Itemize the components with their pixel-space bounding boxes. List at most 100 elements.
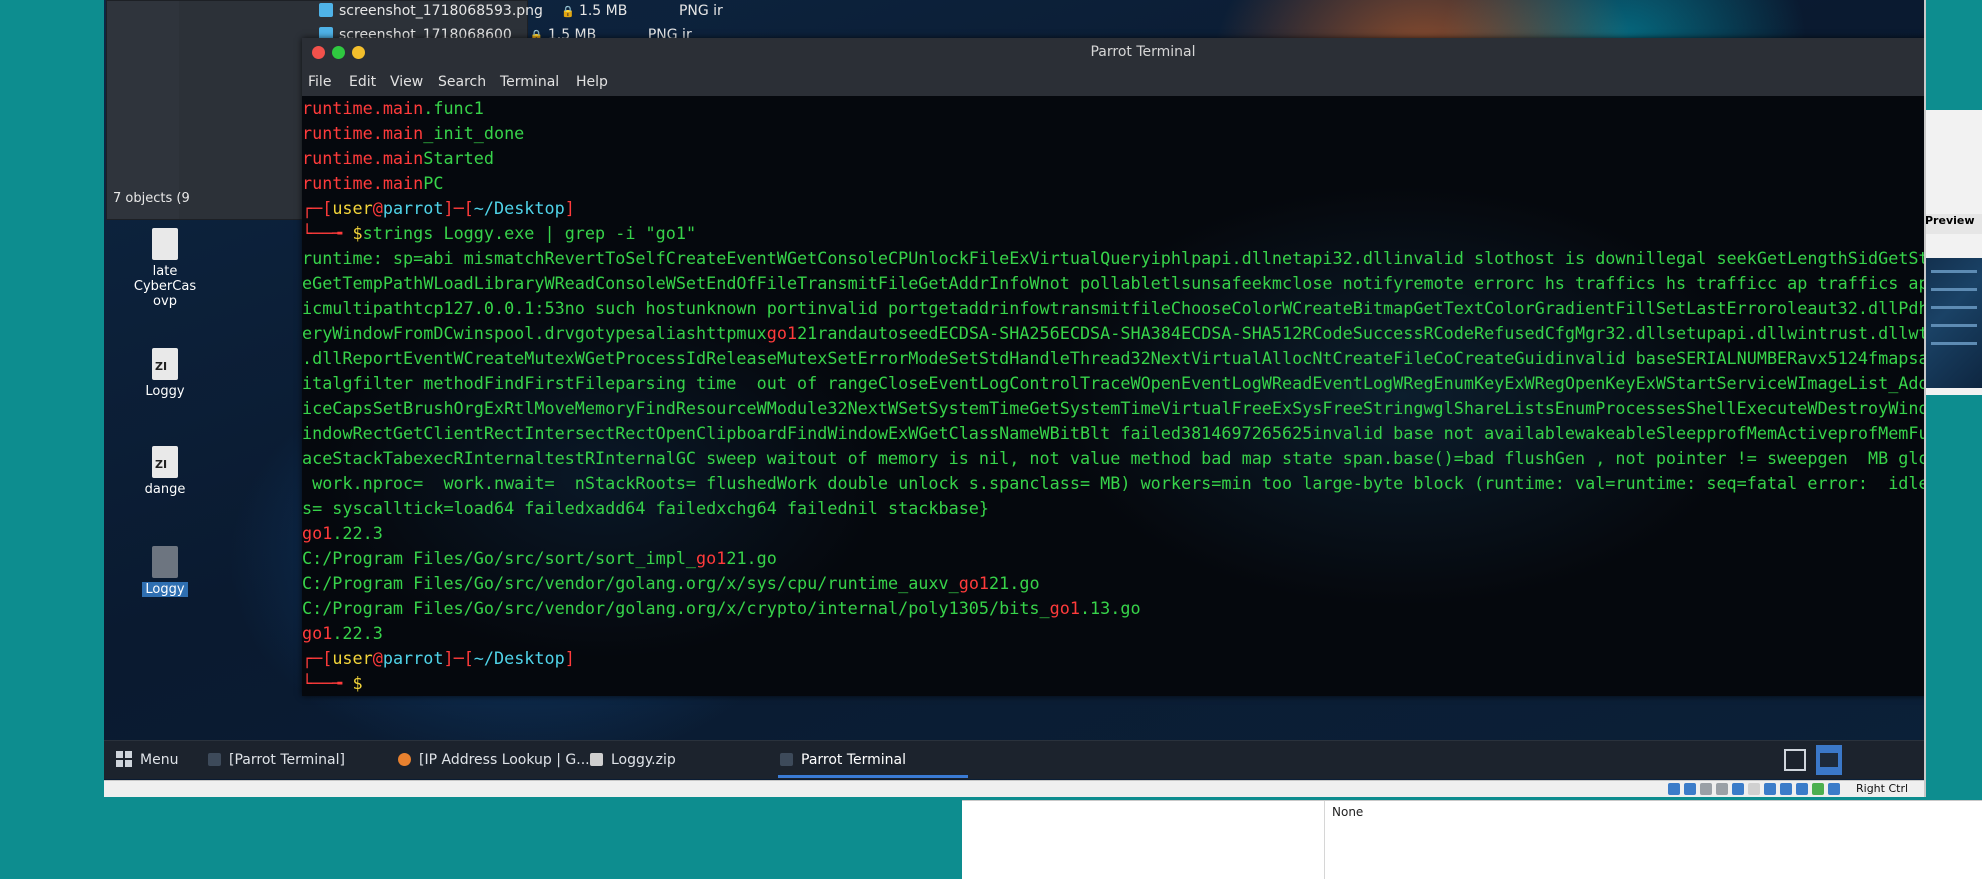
text-span: runtime.main bbox=[302, 98, 424, 118]
preview-header: Preview bbox=[1923, 214, 1982, 234]
output-line: runtime.mainStarted bbox=[302, 146, 494, 171]
output-line: italgfilter methodFindFirstFileparsing t… bbox=[302, 371, 1926, 396]
output-line: eGetTempPathWLoadLibraryWReadConsoleWSet… bbox=[302, 271, 1924, 296]
text-span: 21.go bbox=[726, 548, 777, 568]
match-highlight: go1 bbox=[1049, 598, 1080, 618]
prompt-dollar: $ bbox=[352, 673, 363, 693]
prompt-bracket: ┌─[ bbox=[302, 198, 333, 218]
desktop-icon-loggy-zip[interactable]: Loggy bbox=[130, 348, 200, 399]
menu-edit[interactable]: Edit bbox=[349, 74, 376, 90]
match-highlight: go1 bbox=[696, 548, 727, 568]
menu-help[interactable]: Help bbox=[576, 74, 608, 90]
prompt-bracket: ┌─[ bbox=[302, 648, 333, 668]
prompt-line-1: ┌─[user@parrot]─[~/Desktop] bbox=[302, 646, 575, 671]
prompt-at: @ bbox=[372, 198, 383, 218]
menu-label: Menu bbox=[140, 752, 179, 768]
file-manager-status: 7 objects (9 bbox=[113, 191, 190, 206]
result-line: go1.22.3 bbox=[302, 621, 383, 646]
prompt-line-1: ┌─[user@parrot]─[~/Desktop] bbox=[302, 196, 575, 221]
vm-window: screenshot_1718068593.png 🔒 1.5 MB PNG ir s… bbox=[104, 0, 1926, 797]
text-span: .func1 bbox=[423, 98, 484, 118]
command-text: strings Loggy.exe | grep -i "go1" bbox=[362, 223, 697, 243]
virtualbox-status-bar: Right Ctrl bbox=[104, 780, 1924, 797]
desktop-icon-label: dange bbox=[144, 482, 186, 497]
audio-icon[interactable] bbox=[1700, 783, 1712, 795]
text-span: italgfilter methodFindFirstFileparsing t… bbox=[302, 373, 1926, 393]
output-line: icmultipathtcp127.0.0.1:53no such hostun… bbox=[302, 296, 1924, 321]
terminal-output[interactable]: runtime.main.func1 runtime.main_init_done… bbox=[302, 96, 1926, 696]
prompt-line-2: └──╼ $strings Loggy.exe | grep -i "go1" bbox=[302, 221, 696, 246]
text-span: runtime.main bbox=[302, 123, 424, 143]
desktop-icon-label: late CyberCas ovp bbox=[133, 264, 197, 309]
output-line: runtime.main.func1 bbox=[302, 96, 484, 121]
output-line: runtime.main_init_done bbox=[302, 121, 524, 146]
prompt-host: parrot bbox=[382, 198, 444, 218]
desktop-icon-cybercase[interactable]: late CyberCas ovp bbox=[130, 228, 200, 309]
prompt-dollar: $ bbox=[352, 223, 363, 243]
text-span: work.nproc= work.nwait= nStackRoots= flu… bbox=[302, 473, 1926, 493]
text-span: aceStackTabexecRInternaltestRInternalGC … bbox=[302, 448, 1926, 468]
usb-icon[interactable] bbox=[1732, 783, 1744, 795]
menu-search[interactable]: Search bbox=[438, 74, 486, 90]
prompt-user: user bbox=[332, 648, 373, 668]
result-line: C:/Program Files/Go/src/vendor/golang.or… bbox=[302, 596, 1141, 621]
menu-file[interactable]: File bbox=[308, 74, 331, 90]
hdd-icon[interactable] bbox=[1668, 783, 1680, 795]
text-span: runtime.main bbox=[302, 173, 424, 193]
terminal-titlebar[interactable]: Parrot Terminal bbox=[302, 38, 1924, 68]
text-span: 21.go bbox=[989, 573, 1040, 593]
workspace-tray-icon[interactable] bbox=[1816, 745, 1842, 775]
text-span: .22.3 bbox=[332, 623, 383, 643]
taskbar-item-terminal-1[interactable]: [Parrot Terminal] bbox=[208, 741, 345, 779]
text-span: C:/Program Files/Go/src/vendor/golang.or… bbox=[302, 573, 959, 593]
match-highlight: go1 bbox=[302, 623, 333, 643]
network-icon[interactable] bbox=[1716, 783, 1728, 795]
zip-file-icon bbox=[152, 446, 178, 478]
desktop-icon-dangerous[interactable]: dange bbox=[130, 446, 200, 497]
text-span: s= syscalltick=load64 failedxadd64 faile… bbox=[302, 498, 990, 518]
shared-folder-icon[interactable] bbox=[1748, 783, 1760, 795]
display-icon[interactable] bbox=[1764, 783, 1776, 795]
menu-view[interactable]: View bbox=[390, 74, 423, 90]
desktop-icon-loggy-exe[interactable]: Loggy bbox=[130, 546, 200, 597]
desktop-icon-label: Loggy bbox=[145, 384, 185, 399]
taskbar-item-loggy-zip[interactable]: Loggy.zip bbox=[590, 741, 676, 779]
host-preview-panel: Preview bbox=[1922, 110, 1982, 395]
output-line: runtime.mainPC bbox=[302, 171, 443, 196]
document-icon bbox=[152, 228, 178, 260]
prompt-path: ~/Desktop bbox=[473, 198, 565, 218]
output-line: .dllReportEventWCreateMutexWGetProcessId… bbox=[302, 346, 1924, 371]
menu-terminal[interactable]: Terminal bbox=[500, 74, 559, 90]
archive-icon bbox=[590, 753, 603, 766]
result-line: C:/Program Files/Go/src/sort/sort_impl_g… bbox=[302, 546, 777, 571]
file-row[interactable]: screenshot_1718068593.png 🔒 1.5 MB PNG ir bbox=[319, 3, 723, 25]
image-file-icon bbox=[319, 3, 333, 17]
taskbar-item-browser[interactable]: [IP Address Lookup | G... bbox=[398, 741, 590, 779]
lock-icon: 🔒 bbox=[560, 5, 575, 18]
file-type: PNG ir bbox=[678, 3, 723, 19]
text-span: .13.go bbox=[1079, 598, 1141, 618]
output-line: runtime: sp=abi mismatchRevertToSelfCrea… bbox=[302, 246, 1924, 271]
column-divider bbox=[1324, 801, 1325, 879]
vt-x-icon[interactable] bbox=[1812, 783, 1824, 795]
terminal-menubar: File Edit View Search Terminal Help bbox=[302, 68, 1924, 97]
host-key-label: Right Ctrl bbox=[1856, 782, 1909, 795]
prompt-arrow: └──╼ bbox=[302, 673, 353, 693]
menu-button[interactable]: Menu bbox=[116, 741, 178, 779]
prompt-host: parrot bbox=[382, 648, 444, 668]
keyboard-tray-icon[interactable] bbox=[1784, 749, 1806, 771]
prompt-bracket: ]─[ bbox=[443, 198, 474, 218]
text-span: _init_done bbox=[423, 123, 525, 143]
optical-drive-icon[interactable] bbox=[1684, 783, 1696, 795]
taskbar-item-label: Parrot Terminal bbox=[801, 752, 907, 768]
active-indicator bbox=[778, 775, 968, 778]
text-span: C:/Program Files/Go/src/vendor/golang.or… bbox=[302, 598, 1050, 618]
text-span: Started bbox=[423, 148, 494, 168]
recording-icon[interactable] bbox=[1780, 783, 1792, 795]
prompt-bracket: ] bbox=[564, 648, 575, 668]
taskbar-item-terminal-active[interactable]: Parrot Terminal bbox=[780, 741, 906, 779]
cpu-icon[interactable] bbox=[1796, 783, 1808, 795]
mouse-integration-icon[interactable] bbox=[1828, 783, 1840, 795]
preview-thumbnail bbox=[1925, 258, 1982, 388]
window-title: Parrot Terminal bbox=[1090, 44, 1196, 60]
